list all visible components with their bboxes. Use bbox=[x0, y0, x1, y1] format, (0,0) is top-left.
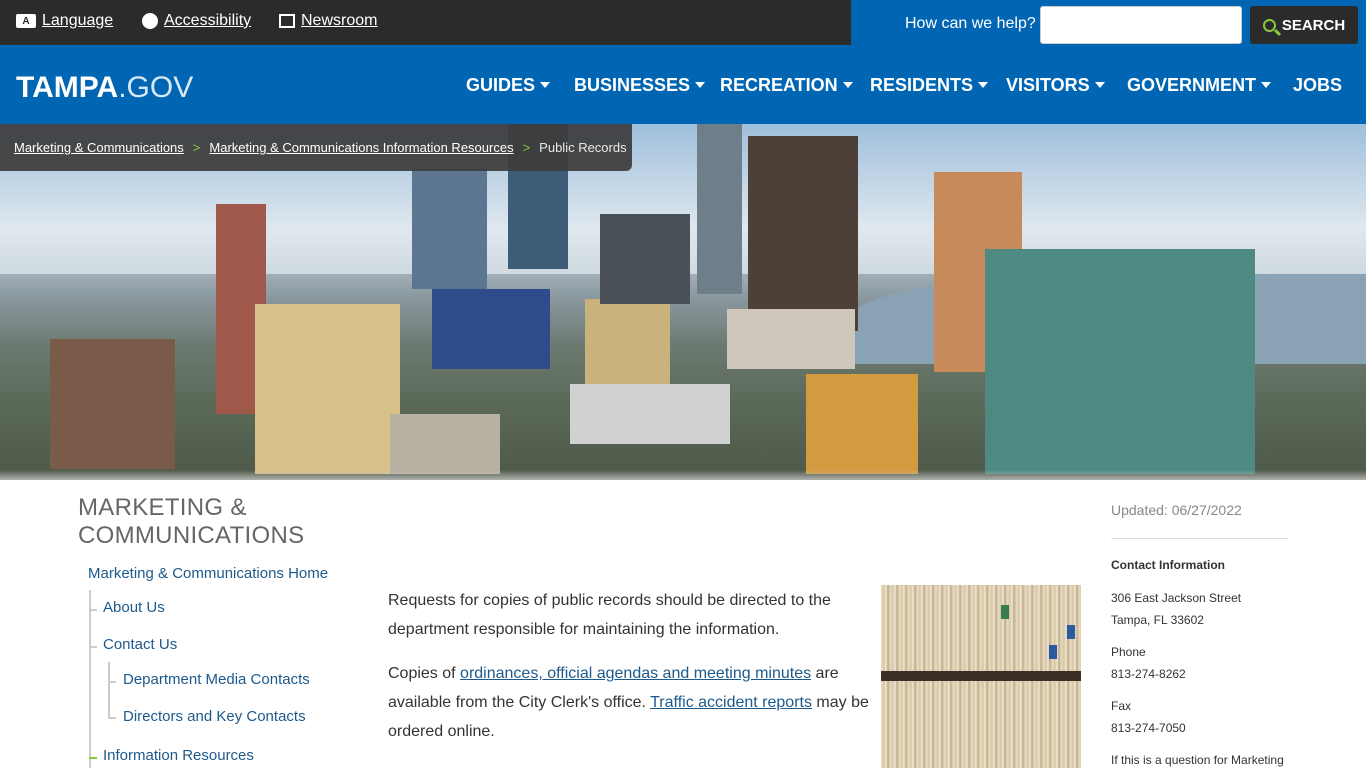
building bbox=[255, 304, 400, 474]
nav-visitors-label: VISITORS bbox=[1006, 75, 1090, 95]
sidebar-tree-branch-active bbox=[89, 757, 97, 759]
breadcrumb-current: Public Records bbox=[539, 140, 627, 155]
sidebar-item-home[interactable]: Marketing & Communications Home bbox=[88, 565, 328, 582]
sidebar-item-directors[interactable]: Directors and Key Contacts bbox=[123, 708, 306, 725]
building bbox=[432, 289, 550, 369]
breadcrumb: Marketing & Communications > Marketing &… bbox=[0, 124, 632, 171]
search-prompt: How can we help? bbox=[905, 15, 1036, 32]
building bbox=[600, 214, 690, 304]
utility-bar: A Language Accessibility Newsroom How ca… bbox=[0, 0, 1366, 45]
divider bbox=[1111, 538, 1288, 539]
breadcrumb-link-dept[interactable]: Marketing & Communications bbox=[14, 140, 184, 155]
updated-date: Updated: 06/27/2022 bbox=[1111, 502, 1242, 518]
newspaper-icon bbox=[279, 14, 295, 28]
newsroom-label: Newsroom bbox=[301, 12, 378, 29]
folder-tab bbox=[1067, 625, 1075, 639]
search-input[interactable] bbox=[1040, 6, 1242, 44]
nav-recreation-label: RECREATION bbox=[720, 75, 838, 95]
nav-residents[interactable]: RESIDENTS bbox=[870, 75, 989, 96]
building bbox=[570, 384, 730, 444]
sidebar-subtree-line bbox=[108, 662, 110, 718]
paragraph-public-records: Requests for copies of public records sh… bbox=[388, 592, 831, 638]
language-icon: A bbox=[16, 14, 36, 28]
phone-number[interactable]: 813-274-8262 bbox=[1111, 667, 1186, 681]
fax-label: Fax bbox=[1111, 699, 1132, 713]
newsroom-link[interactable]: Newsroom bbox=[279, 12, 377, 30]
breadcrumb-link-info-resources[interactable]: Marketing & Communications Information R… bbox=[209, 140, 513, 155]
nav-jobs[interactable]: JOBS bbox=[1293, 75, 1342, 96]
fax-number: 813-274-7050 bbox=[1111, 721, 1186, 735]
tampa-gov-logo[interactable]: TAMPA.GOV bbox=[16, 71, 193, 105]
building bbox=[585, 299, 670, 389]
contact-note: If this is a question for Marketing bbox=[1111, 753, 1284, 767]
address-line-1: 306 East Jackson Street bbox=[1111, 591, 1242, 605]
nav-visitors[interactable]: VISITORS bbox=[1006, 75, 1105, 96]
hero-skyline-image bbox=[0, 124, 1366, 480]
traffic-reports-link[interactable]: Traffic accident reports bbox=[650, 694, 812, 711]
sidebar-tree-branch bbox=[89, 609, 97, 611]
search-icon bbox=[1262, 18, 1276, 32]
shelf bbox=[881, 671, 1081, 681]
building bbox=[50, 339, 175, 469]
paragraph-copies: Copies of ordinances, official agendas a… bbox=[388, 659, 873, 746]
sidebar-tree-branch bbox=[89, 646, 97, 648]
caret-down-icon bbox=[1094, 81, 1105, 88]
accessibility-icon bbox=[142, 13, 158, 29]
caret-down-icon bbox=[842, 81, 853, 88]
department-title: MARKETING & COMMUNICATIONS bbox=[78, 494, 305, 549]
sidebar-tree-branch bbox=[108, 681, 116, 683]
sidebar-item-info-resources[interactable]: Information Resources bbox=[103, 747, 254, 764]
language-link[interactable]: A Language bbox=[16, 12, 113, 30]
caret-down-icon bbox=[978, 81, 989, 88]
sidebar-item-about[interactable]: About Us bbox=[103, 599, 165, 616]
logo-text-light: .GOV bbox=[118, 71, 194, 104]
building bbox=[697, 124, 742, 294]
nav-jobs-label: JOBS bbox=[1293, 75, 1343, 95]
logo-text-strong: TAMPA bbox=[16, 71, 119, 104]
caret-down-icon bbox=[695, 81, 706, 88]
building bbox=[748, 136, 858, 331]
file-folders-image bbox=[881, 585, 1081, 768]
ordinances-link[interactable]: ordinances, official agendas and meeting… bbox=[460, 665, 811, 682]
building bbox=[727, 309, 855, 369]
nav-recreation[interactable]: RECREATION bbox=[720, 75, 853, 96]
caret-down-icon bbox=[1261, 81, 1272, 88]
nav-government-label: GOVERNMENT bbox=[1127, 75, 1257, 95]
building bbox=[412, 169, 487, 289]
nav-guides[interactable]: GUIDES bbox=[466, 75, 551, 96]
accessibility-label: Accessibility bbox=[164, 12, 252, 29]
hero-bottom-fade bbox=[0, 470, 1366, 480]
nav-businesses[interactable]: BUSINESSES bbox=[574, 75, 706, 96]
paragraph-text: Copies of bbox=[388, 665, 461, 682]
nav-guides-label: GUIDES bbox=[466, 75, 536, 95]
sidebar-tree-line bbox=[89, 590, 91, 768]
main-navbar: TAMPA.GOV GUIDES BUSINESSES RECREATION R… bbox=[0, 45, 1366, 124]
search-button[interactable]: SEARCH bbox=[1250, 6, 1358, 44]
building bbox=[390, 414, 500, 474]
accessibility-link[interactable]: Accessibility bbox=[142, 12, 251, 30]
search-button-label: SEARCH bbox=[1281, 16, 1346, 34]
building bbox=[985, 249, 1255, 474]
nav-government[interactable]: GOVERNMENT bbox=[1127, 75, 1272, 96]
language-label: Language bbox=[42, 12, 114, 29]
sidebar-tree-branch bbox=[108, 717, 116, 719]
caret-down-icon bbox=[540, 81, 551, 88]
phone-label: Phone bbox=[1111, 645, 1146, 659]
nav-businesses-label: BUSINESSES bbox=[574, 75, 691, 95]
nav-residents-label: RESIDENTS bbox=[870, 75, 974, 95]
building bbox=[806, 374, 918, 474]
contact-heading: Contact Information bbox=[1111, 558, 1225, 572]
breadcrumb-separator: > bbox=[522, 140, 531, 155]
folder-tab bbox=[1049, 645, 1057, 659]
address-line-2: Tampa, FL 33602 bbox=[1111, 613, 1204, 627]
sidebar-item-dept-media[interactable]: Department Media Contacts bbox=[123, 671, 310, 688]
breadcrumb-separator: > bbox=[192, 140, 201, 155]
sidebar-item-contact[interactable]: Contact Us bbox=[103, 636, 177, 653]
folder-tab bbox=[1001, 605, 1009, 619]
